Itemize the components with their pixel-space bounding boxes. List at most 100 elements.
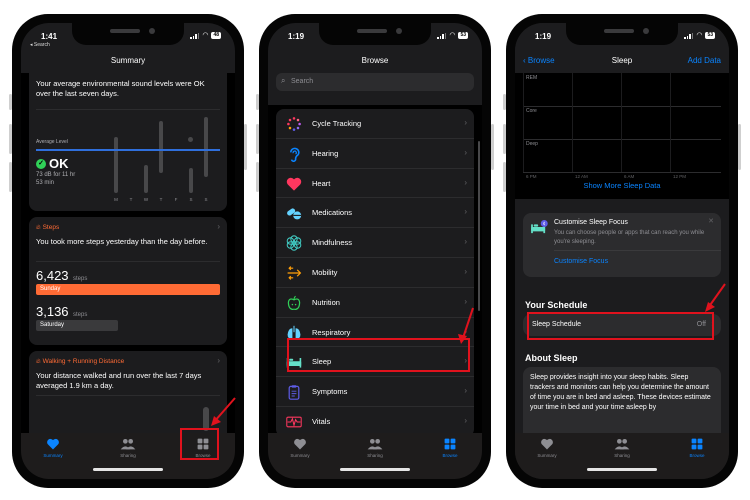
category-mobility[interactable]: Mobility › <box>276 258 474 288</box>
sound-level-dot <box>188 137 193 142</box>
search-placeholder: Search <box>291 78 314 85</box>
heart-icon <box>47 438 59 450</box>
show-more-sleep-data-link[interactable]: Show More Sleep Data <box>515 181 729 190</box>
divider <box>554 250 721 251</box>
nav-bar: Browse ⌕ Search <box>268 49 482 105</box>
sound-level-bar <box>189 168 193 193</box>
weekday-label: T <box>129 197 133 202</box>
tab-bar: Summary Sharing Browse <box>515 433 729 479</box>
weekday-labels: MTWTFSS <box>111 197 211 205</box>
tab-sharing[interactable]: Sharing <box>345 438 405 458</box>
chevron-right-icon: › <box>464 147 467 157</box>
nav-bar: Summary <box>21 49 235 73</box>
heart-icon <box>286 177 302 191</box>
notch <box>566 23 678 45</box>
sleep-stage-label: Deep <box>526 141 538 147</box>
add-data-button[interactable]: Add Data <box>688 56 721 65</box>
category-mindfulness[interactable]: Mindfulness › <box>276 228 474 258</box>
sleep-schedule-value: Off <box>696 321 706 328</box>
sleep-schedule-row[interactable]: Sleep Schedule Off › <box>523 314 721 336</box>
pills-icon <box>287 208 302 220</box>
tab-browse[interactable]: Browse <box>420 438 480 458</box>
people-icon <box>367 439 383 450</box>
chevron-right-icon: › <box>464 296 467 306</box>
tab-summary[interactable]: Summary <box>517 438 577 458</box>
tab-sharing[interactable]: Sharing <box>592 438 652 458</box>
weekday-label: S <box>204 197 208 202</box>
about-sleep-text: Sleep provides insight into your sleep h… <box>530 374 711 411</box>
search-field[interactable]: ⌕ Search <box>276 73 474 91</box>
category-label: Sleep <box>312 357 332 367</box>
distance-summary-text: Your distance walked and run over the la… <box>36 371 202 390</box>
volume-up-button <box>503 124 506 154</box>
category-cycle-tracking[interactable]: Cycle Tracking › <box>276 109 474 139</box>
grid-line <box>670 73 671 172</box>
category-symptoms[interactable]: Symptoms › <box>276 377 474 407</box>
status-time: 1:19 <box>535 32 552 41</box>
sleep-stage-label: REM <box>526 75 538 81</box>
steps-card[interactable]: 🔥︎ Steps › You took more steps yesterday… <box>29 217 227 345</box>
volume-up-button <box>9 124 12 154</box>
grid-line <box>523 172 721 173</box>
sound-status: OK <box>49 156 69 171</box>
category-respiratory[interactable]: Respiratory › <box>276 318 474 348</box>
previous-steps-unit: steps <box>73 312 88 318</box>
tab-browse[interactable]: Browse <box>173 438 233 458</box>
tab-browse[interactable]: Browse <box>667 438 727 458</box>
category-sleep[interactable]: Sleep › <box>276 347 474 378</box>
category-nutrition[interactable]: Nutrition › <box>276 288 474 318</box>
scrollbar[interactable] <box>478 141 480 311</box>
mute-switch <box>256 94 259 110</box>
search-icon: ⌕ <box>281 76 286 85</box>
home-indicator <box>93 468 163 471</box>
focus-card-title: Customise Sleep Focus <box>554 219 628 226</box>
tab-label: Browse <box>442 453 458 458</box>
previous-steps-bar: Saturday <box>36 320 118 331</box>
divider <box>36 109 220 110</box>
heart-icon <box>294 438 306 450</box>
grid-line <box>572 73 573 172</box>
category-label: Vitals <box>312 416 331 426</box>
tab-sharing[interactable]: Sharing <box>98 438 158 458</box>
weekday-label: F <box>174 197 178 202</box>
tab-summary[interactable]: Summary <box>270 438 330 458</box>
category-heart[interactable]: Heart › <box>276 169 474 199</box>
signal-icon <box>190 32 200 39</box>
steps-title: 🔥︎ Steps <box>36 224 60 231</box>
nav-bar: ‹ Browse Sleep Add Data <box>515 49 729 73</box>
grid-icon <box>691 438 703 450</box>
phone-browse: 1:19 ◠ 53 Browse ⌕ Search Cycle Tracking <box>256 14 494 488</box>
bed-moon-icon <box>531 220 548 234</box>
category-hearing[interactable]: Hearing › <box>276 139 474 169</box>
chevron-right-icon: › <box>464 386 467 396</box>
people-icon <box>120 439 136 450</box>
back-to-search-link[interactable]: ◂ Search <box>30 42 50 48</box>
notch <box>72 23 184 45</box>
time-axis-label: 12 AM <box>575 174 588 179</box>
today-steps-value: 6,423 <box>36 268 69 283</box>
status-time: 1:41 <box>41 32 58 41</box>
category-medications[interactable]: Medications › <box>276 198 474 229</box>
mute-switch <box>503 94 506 110</box>
customise-focus-link[interactable]: Customise Focus <box>554 258 608 265</box>
lungs-icon <box>287 325 301 339</box>
time-axis-label: 6 AM <box>624 174 635 179</box>
notch <box>319 23 431 45</box>
sound-levels-card[interactable]: Your average environmental sound levels … <box>29 73 227 211</box>
flame-icon: 🔥︎ <box>36 224 41 231</box>
category-label: Cycle Tracking <box>312 119 362 128</box>
screen: 1:41 ◂ Search ◠ 48 Summary Your average … <box>21 23 235 479</box>
focus-card-text: You can choose people or apps that can r… <box>554 230 705 245</box>
tab-summary[interactable]: Summary <box>23 438 83 458</box>
annotation-arrow <box>458 307 474 344</box>
heart-icon <box>541 438 553 450</box>
tab-label: Sharing <box>367 453 383 458</box>
wifi-icon: ◠ <box>202 32 209 39</box>
close-icon[interactable]: ✕ <box>708 217 714 225</box>
sound-detail-line2: 53 min <box>36 180 55 186</box>
screen: 1:19 ◠ 53 Browse ⌕ Search Cycle Tracking <box>268 23 482 479</box>
people-icon <box>614 439 630 450</box>
signal-icon <box>437 32 447 39</box>
tab-bar: Summary Sharing Browse <box>268 433 482 479</box>
volume-down-button <box>9 162 12 192</box>
